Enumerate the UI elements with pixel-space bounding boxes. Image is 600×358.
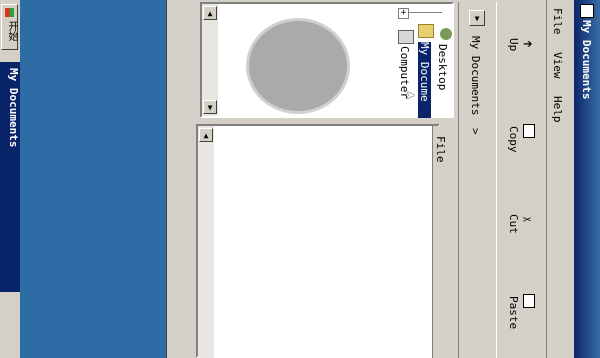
tree-scrollbar[interactable]: ▲ ▼ — [202, 4, 218, 116]
chevron-right-icon[interactable]: > — [469, 128, 482, 135]
up-label: Up — [507, 38, 520, 52]
scroll-up-button[interactable]: ▲ — [199, 128, 213, 142]
paste-icon — [523, 294, 535, 308]
tree-item-desktop[interactable]: Desktop — [436, 44, 449, 90]
menu-file[interactable]: File — [551, 8, 564, 35]
copy-button[interactable]: Copy — [501, 120, 541, 164]
up-button[interactable]: ➔ Up — [501, 32, 541, 72]
copy-icon — [523, 124, 535, 138]
menu-help[interactable]: Help — [551, 96, 564, 123]
cut-button[interactable]: ✂ Cut — [501, 208, 541, 252]
file-list-pane[interactable] — [196, 124, 440, 358]
expand-plus-icon[interactable]: + — [398, 8, 409, 19]
paste-label: Paste — [507, 296, 520, 330]
preview-circle-image — [246, 18, 350, 114]
tree-item-my-documents[interactable]: My Docume — [418, 42, 431, 118]
scissors-icon: ✂ — [523, 212, 532, 228]
file-list-scrollbar[interactable]: ▲ — [198, 126, 214, 358]
tree-scroll-up-button[interactable]: ▲ — [203, 6, 217, 20]
paste-button[interactable]: Paste — [501, 290, 541, 340]
window-title: My Documents — [580, 20, 593, 100]
window-frame-edge — [166, 0, 197, 358]
explorer-window: ▲ File ▲ ▼ + Desktop My Docume Computer … — [196, 0, 600, 358]
menu-view[interactable]: View — [551, 52, 564, 79]
title-bar[interactable]: My Documents — [574, 0, 600, 358]
desktop-background — [20, 0, 166, 358]
tree-lines-icon — [408, 12, 442, 13]
copy-label: Copy — [507, 126, 520, 153]
start-button[interactable]: 开始 — [1, 4, 18, 50]
windows-logo-icon — [5, 8, 14, 17]
file-column-header: File — [434, 136, 447, 163]
mouse-cursor-icon: ➤ — [406, 86, 416, 105]
folder-icon — [418, 24, 434, 38]
desktop-icon — [440, 28, 452, 40]
start-label: 开始 — [6, 21, 17, 41]
taskbar-item-my-documents[interactable]: My Documents — [0, 62, 20, 292]
toolbar: ➔ Up Copy ✂ Cut Paste — [496, 2, 545, 358]
tree-scroll-down-button[interactable]: ▼ — [203, 100, 217, 114]
computer-icon — [398, 30, 414, 44]
cut-label: Cut — [507, 214, 520, 234]
address-bar: ▼ My Documents > — [458, 2, 493, 358]
menu-bar: File View Help — [546, 0, 571, 358]
address-dropdown-button[interactable]: ▼ — [469, 10, 485, 26]
up-arrow-icon: ➔ — [523, 34, 533, 53]
file-list-header[interactable]: File — [432, 126, 447, 358]
window-icon — [580, 4, 594, 18]
address-field[interactable]: My Documents — [469, 36, 482, 115]
taskbar: 开始 My Documents — [0, 0, 21, 358]
